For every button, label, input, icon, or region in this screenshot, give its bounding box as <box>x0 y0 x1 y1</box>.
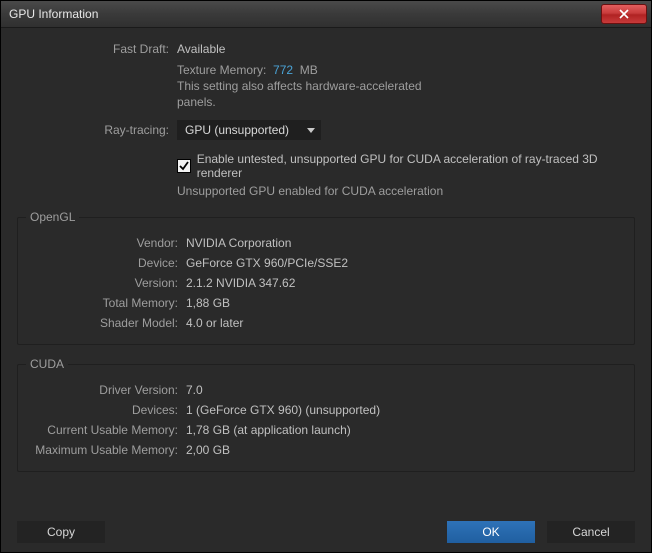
gpu-information-dialog: GPU Information Fast Draft: Available Te… <box>0 0 652 553</box>
ray-tracing-selected: GPU (unsupported) <box>185 121 289 139</box>
button-bar: Copy OK Cancel <box>1 512 651 552</box>
cuda-maximum-usable-label: Maximum Usable Memory: <box>26 441 186 459</box>
opengl-total-memory-label: Total Memory: <box>26 294 186 312</box>
fast-draft-value: Available <box>177 40 225 58</box>
checkmark-icon <box>179 161 189 171</box>
ray-tracing-label: Ray-tracing: <box>17 121 177 139</box>
window-title: GPU Information <box>9 7 601 21</box>
cuda-devices-value: 1 (GeForce GTX 960) (unsupported) <box>186 401 380 419</box>
opengl-legend: OpenGL <box>26 210 79 224</box>
cuda-driver-version-value: 7.0 <box>186 381 203 399</box>
cuda-current-usable-label: Current Usable Memory: <box>26 421 186 439</box>
opengl-device-value: GeForce GTX 960/PCIe/SSE2 <box>186 254 348 272</box>
ray-tracing-dropdown[interactable]: GPU (unsupported) <box>177 120 321 140</box>
ray-tracing-row: Ray-tracing: GPU (unsupported) <box>17 120 635 140</box>
cuda-current-usable-value: 1,78 GB (at application launch) <box>186 421 351 439</box>
texture-memory-unit: MB <box>300 63 318 77</box>
texture-memory-block: Texture Memory: 772 MB This setting also… <box>177 62 635 110</box>
enable-untested-checkbox[interactable] <box>177 159 191 173</box>
cuda-group: CUDA Driver Version:7.0 Devices:1 (GeFor… <box>17 357 635 472</box>
opengl-version-label: Version: <box>26 274 186 292</box>
close-icon <box>619 9 629 19</box>
cuda-status-text: Unsupported GPU enabled for CUDA acceler… <box>177 184 635 198</box>
copy-button[interactable]: Copy <box>17 521 105 543</box>
opengl-total-memory-value: 1,88 GB <box>186 294 230 312</box>
opengl-group: OpenGL Vendor:NVIDIA Corporation Device:… <box>17 210 635 345</box>
opengl-shader-model-value: 4.0 or later <box>186 314 243 332</box>
enable-untested-row: Enable untested, unsupported GPU for CUD… <box>177 152 635 180</box>
opengl-vendor-value: NVIDIA Corporation <box>186 234 291 252</box>
enable-untested-label: Enable untested, unsupported GPU for CUD… <box>197 152 635 180</box>
opengl-version-value: 2.1.2 NVIDIA 347.62 <box>186 274 295 292</box>
cuda-legend: CUDA <box>26 357 68 371</box>
texture-memory-value[interactable]: 772 <box>273 63 293 77</box>
fast-draft-row: Fast Draft: Available <box>17 40 635 58</box>
opengl-device-label: Device: <box>26 254 186 272</box>
cancel-button[interactable]: Cancel <box>547 521 635 543</box>
close-button[interactable] <box>601 4 647 24</box>
texture-memory-label: Texture Memory: <box>177 63 266 77</box>
titlebar[interactable]: GPU Information <box>1 1 651 28</box>
opengl-vendor-label: Vendor: <box>26 234 186 252</box>
cuda-devices-label: Devices: <box>26 401 186 419</box>
opengl-shader-model-label: Shader Model: <box>26 314 186 332</box>
ok-button[interactable]: OK <box>447 521 535 543</box>
chevron-down-icon <box>307 128 315 133</box>
texture-memory-note: This setting also affects hardware-accel… <box>177 78 437 110</box>
cuda-maximum-usable-value: 2,00 GB <box>186 441 230 459</box>
cuda-driver-version-label: Driver Version: <box>26 381 186 399</box>
fast-draft-label: Fast Draft: <box>17 40 177 58</box>
